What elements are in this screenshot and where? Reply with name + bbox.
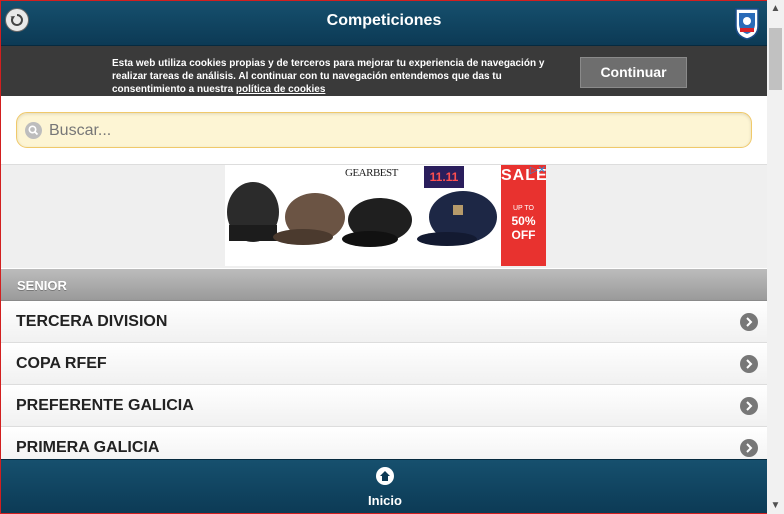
- search-box: [16, 112, 752, 149]
- scroll-thumb[interactable]: [769, 28, 782, 90]
- home-button[interactable]: Inicio: [355, 464, 415, 512]
- search-input[interactable]: [47, 113, 741, 149]
- list-item-tercera-division[interactable]: TERCERA DIVISION: [1, 301, 767, 343]
- chevron-right-icon: [740, 439, 758, 457]
- ad-date-badge: 11.11: [424, 166, 464, 188]
- ad-brand: GEARBEST: [345, 167, 398, 179]
- ad-area: GEARBEST 11.11 SALE UP TO 50% OFF ▷✕: [1, 165, 767, 268]
- list-item-copa-rfef[interactable]: COPA RFEF: [1, 343, 767, 385]
- list-item-label: TERCERA DIVISION: [16, 313, 168, 330]
- scroll-up-arrow-icon[interactable]: ▲: [767, 0, 784, 17]
- search-icon: [25, 122, 42, 139]
- page-title: Competiciones: [326, 12, 442, 29]
- list-item-label: PREFERENTE GALICIA: [16, 397, 194, 414]
- search-area: [1, 96, 767, 165]
- section-title: SENIOR: [17, 278, 67, 293]
- ad-upto-text: UP TO: [512, 205, 534, 212]
- home-label: Inicio: [368, 493, 402, 508]
- cookie-text: Esta web utiliza cookies propias y de te…: [112, 57, 572, 96]
- ad-off-text: 50% OFF: [511, 214, 536, 242]
- list-item-label: COPA RFEF: [16, 355, 107, 372]
- cookie-banner: Esta web utiliza cookies propias y de te…: [1, 46, 767, 96]
- scroll-down-arrow-icon[interactable]: ▼: [767, 497, 784, 514]
- ad-sale-panel: SALE UP TO 50% OFF: [501, 165, 546, 266]
- rfgf-logo-icon: [735, 8, 759, 40]
- footer-bar: Inicio: [1, 459, 767, 513]
- page-scrollbar[interactable]: ▲ ▼: [767, 0, 784, 514]
- section-header: SENIOR: [1, 269, 767, 301]
- chevron-right-icon: [740, 313, 758, 331]
- continue-button[interactable]: Continuar: [580, 57, 687, 88]
- list-item-preferente-galicia[interactable]: PREFERENTE GALICIA: [1, 385, 767, 427]
- app-frame: Competiciones Esta web utiliza cookies p…: [0, 0, 768, 514]
- ad-banner[interactable]: GEARBEST 11.11 SALE UP TO 50% OFF ▷✕: [225, 165, 546, 266]
- cookie-message: Esta web utiliza cookies propias y de te…: [112, 58, 545, 95]
- cookie-policy-link[interactable]: política de cookies: [236, 84, 325, 95]
- home-icon: [376, 467, 394, 485]
- chevron-right-icon: [740, 355, 758, 373]
- chevron-right-icon: [740, 397, 758, 415]
- competition-list: TERCERA DIVISION COPA RFEF PREFERENTE GA…: [1, 301, 767, 469]
- list-item-label: PRIMERA GALICIA: [16, 439, 160, 456]
- header-bar: Competiciones: [1, 1, 767, 46]
- ad-choices-icon[interactable]: ▷✕: [516, 165, 546, 179]
